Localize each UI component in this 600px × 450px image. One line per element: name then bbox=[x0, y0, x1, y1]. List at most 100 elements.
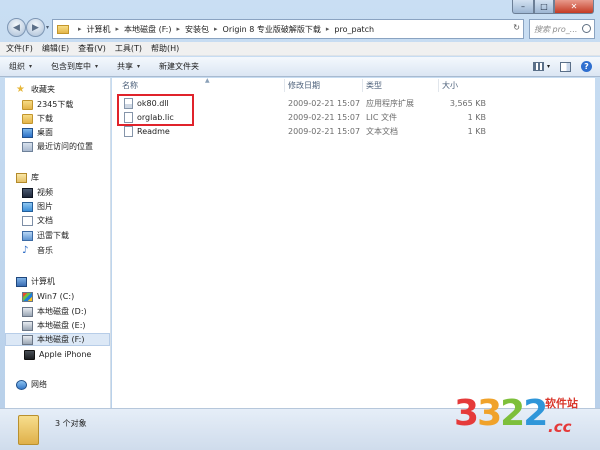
address-row: ◀ ▶ ▾ ▸ 计算机 ▸ 本地磁盘 (F:) ▸ 安装包 ▸ Origin 8… bbox=[0, 15, 600, 41]
nav-item-drive-f[interactable]: 本地磁盘 (F:) bbox=[5, 333, 110, 346]
address-bar[interactable]: ▸ 计算机 ▸ 本地磁盘 (F:) ▸ 安装包 ▸ Origin 8 专业版破解… bbox=[52, 19, 524, 39]
nav-item-label: 本地磁盘 (E:) bbox=[37, 321, 86, 330]
nav-libraries[interactable]: 库 bbox=[16, 171, 39, 184]
breadcrumb-separator[interactable]: ▸ bbox=[214, 25, 218, 33]
nav-libraries-label: 库 bbox=[31, 173, 39, 182]
menu-bar: 文件(F) 编辑(E) 查看(V) 工具(T) 帮助(H) bbox=[0, 42, 600, 56]
search-icon[interactable] bbox=[582, 24, 591, 33]
nav-item-music[interactable]: ♪ 音乐 bbox=[22, 244, 53, 257]
nav-item-label: 迅雷下载 bbox=[37, 231, 69, 240]
new-folder-label: 新建文件夹 bbox=[159, 62, 200, 71]
share-button[interactable]: 共享 ▾ bbox=[117, 61, 140, 72]
breadcrumb-origin-folder[interactable]: Origin 8 专业版破解版下载 bbox=[223, 24, 321, 35]
nav-item-drive-d[interactable]: 本地磁盘 (D:) bbox=[22, 305, 87, 318]
file-row[interactable]: Readme 2009-02-21 15:07 文本文档 1 KB bbox=[112, 125, 595, 138]
nav-item-pictures[interactable]: 图片 bbox=[22, 200, 53, 213]
nav-network[interactable]: 网络 bbox=[16, 378, 47, 391]
column-header-type[interactable]: 类型 bbox=[366, 78, 382, 93]
file-size: 1 KB bbox=[467, 127, 486, 136]
file-name: Readme bbox=[137, 127, 170, 136]
windows-drive-icon bbox=[22, 291, 33, 302]
folder-icon bbox=[57, 24, 69, 34]
forward-arrow-icon: ▶ bbox=[32, 22, 39, 33]
file-type: LIC 文件 bbox=[366, 113, 397, 122]
breadcrumb-separator[interactable]: ▸ bbox=[177, 25, 181, 33]
menu-view[interactable]: 查看(V) bbox=[78, 43, 106, 54]
breadcrumb-pro-patch[interactable]: pro_patch bbox=[334, 25, 374, 34]
help-icon[interactable]: ? bbox=[581, 61, 592, 72]
file-modified: 2009-02-21 15:07 bbox=[288, 99, 361, 108]
back-arrow-icon: ◀ bbox=[13, 22, 20, 33]
text-file-icon bbox=[124, 126, 133, 137]
video-icon bbox=[22, 187, 33, 198]
search-placeholder: 搜索 pro_... bbox=[534, 24, 578, 34]
minimize-button[interactable]: – bbox=[512, 0, 534, 14]
watermark-text: 软件站 bbox=[545, 397, 578, 410]
nav-item-apple-iphone[interactable]: Apple iPhone bbox=[22, 348, 91, 361]
close-button[interactable]: ✕ bbox=[554, 0, 594, 14]
nav-item-drive-c[interactable]: Win7 (C:) bbox=[22, 290, 74, 303]
watermark-digit: 3 bbox=[477, 393, 502, 434]
menu-help[interactable]: 帮助(H) bbox=[151, 43, 179, 54]
nav-item-recent-places[interactable]: 最近访问的位置 bbox=[22, 140, 93, 153]
column-divider[interactable] bbox=[438, 79, 439, 92]
nav-item-documents[interactable]: 文档 bbox=[22, 214, 53, 227]
nav-item-videos[interactable]: 视频 bbox=[22, 186, 53, 199]
forward-button[interactable]: ▶ bbox=[26, 18, 45, 37]
folder-icon bbox=[18, 415, 39, 445]
watermark-digit: 2 bbox=[523, 393, 548, 434]
nav-favorites[interactable]: ★ 收藏夹 bbox=[16, 83, 55, 96]
file-type: 应用程序扩展 bbox=[366, 99, 414, 108]
nav-item-label: 视频 bbox=[37, 188, 53, 197]
preview-pane-icon[interactable] bbox=[560, 61, 571, 72]
nav-item-thunder-downloads[interactable]: 迅雷下载 bbox=[22, 229, 69, 242]
document-icon bbox=[22, 215, 33, 226]
drive-icon bbox=[22, 334, 33, 345]
column-header-size[interactable]: 大小 bbox=[442, 78, 458, 93]
nav-item-drive-e[interactable]: 本地磁盘 (E:) bbox=[22, 319, 86, 332]
recent-pages-dropdown[interactable]: ▾ bbox=[46, 24, 49, 31]
organize-button[interactable]: 组织 ▾ bbox=[9, 61, 32, 72]
nav-item-label: 下载 bbox=[37, 114, 53, 123]
column-header-modified[interactable]: 修改日期 bbox=[288, 78, 320, 93]
include-in-library-button[interactable]: 包含到库中 ▾ bbox=[51, 61, 98, 72]
nav-computer[interactable]: 计算机 bbox=[16, 275, 55, 288]
breadcrumb-separator[interactable]: ▸ bbox=[78, 25, 82, 33]
folder-icon bbox=[22, 99, 33, 110]
nav-item-desktop[interactable]: 桌面 bbox=[22, 126, 53, 139]
nav-item-label: 音乐 bbox=[37, 246, 53, 255]
column-divider[interactable] bbox=[362, 79, 363, 92]
watermark-domain: .cc bbox=[548, 418, 572, 436]
breadcrumb-computer[interactable]: 计算机 bbox=[87, 24, 111, 35]
nav-item-label: 本地磁盘 (F:) bbox=[37, 335, 85, 344]
breadcrumb-install-pkg[interactable]: 安装包 bbox=[185, 24, 209, 35]
watermark-digits: 3322 bbox=[454, 393, 548, 434]
site-watermark-logo: 3322 软件站 .cc bbox=[448, 385, 594, 445]
file-name-cell[interactable]: Readme bbox=[124, 125, 170, 138]
breadcrumb-separator[interactable]: ▸ bbox=[326, 25, 330, 33]
new-folder-button[interactable]: 新建文件夹 bbox=[159, 61, 199, 72]
maximize-button[interactable]: □ bbox=[534, 0, 554, 14]
back-button[interactable]: ◀ bbox=[7, 18, 26, 37]
search-input[interactable]: 搜索 pro_... bbox=[529, 19, 595, 39]
menu-edit[interactable]: 编辑(E) bbox=[42, 43, 69, 54]
nav-item-downloads[interactable]: 下载 bbox=[22, 112, 53, 125]
breadcrumb-drive-f[interactable]: 本地磁盘 (F:) bbox=[124, 24, 171, 35]
chevron-down-icon[interactable]: ▾ bbox=[547, 63, 550, 70]
download-icon bbox=[22, 230, 33, 241]
share-label: 共享 bbox=[117, 62, 134, 71]
file-modified: 2009-02-21 15:07 bbox=[288, 127, 361, 136]
window-controls: – □ ✕ bbox=[512, 0, 594, 14]
drive-icon bbox=[22, 320, 33, 331]
menu-file[interactable]: 文件(F) bbox=[6, 43, 33, 54]
column-divider[interactable] bbox=[284, 79, 285, 92]
nav-item-label: Apple iPhone bbox=[39, 350, 92, 359]
nav-item-2345-download[interactable]: 2345下载 bbox=[22, 98, 73, 111]
column-header-name[interactable]: 名称 bbox=[122, 78, 138, 93]
breadcrumb-separator[interactable]: ▸ bbox=[116, 25, 120, 33]
nav-item-label: 本地磁盘 (D:) bbox=[37, 307, 87, 316]
refresh-icon[interactable]: ↻ bbox=[513, 23, 520, 32]
red-highlight-annotation bbox=[117, 94, 194, 126]
menu-tools[interactable]: 工具(T) bbox=[115, 43, 142, 54]
view-options-icon[interactable] bbox=[532, 62, 544, 71]
